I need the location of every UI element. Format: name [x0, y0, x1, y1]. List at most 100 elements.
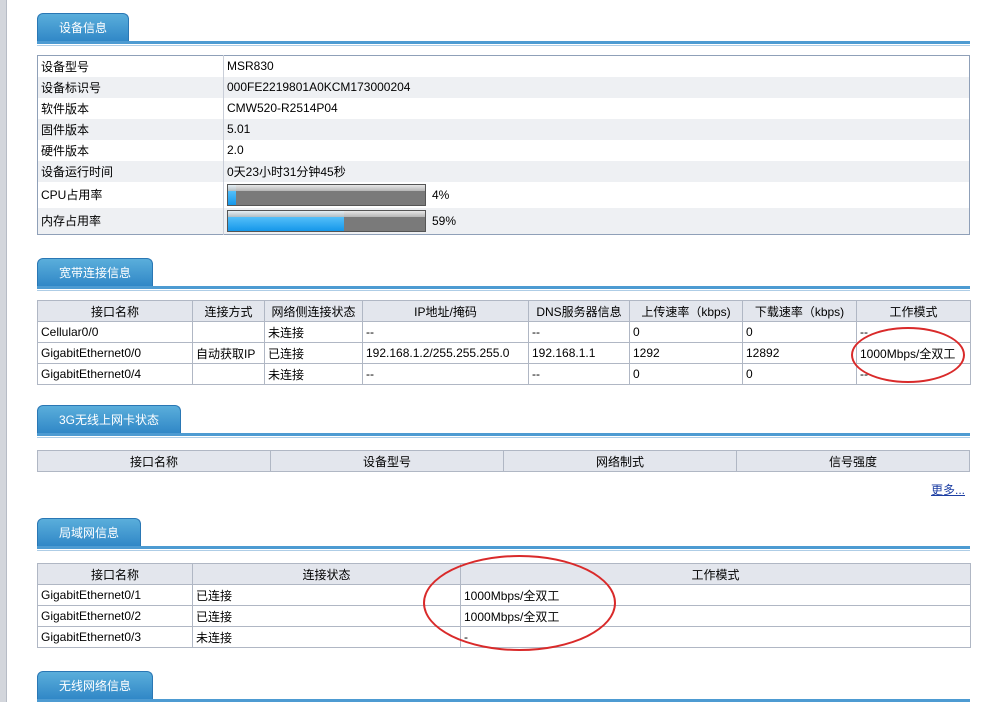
section-divider-light [37, 45, 970, 46]
lan-column-header: 连接状态 [192, 563, 461, 585]
wan-cell: -- [528, 363, 630, 385]
wan-column-header: 上传速率（kbps) [629, 300, 743, 322]
wireless3g-header: 3G无线上网卡状态 [37, 404, 970, 438]
section-divider-light [37, 290, 970, 291]
more-link[interactable]: 更多... [931, 481, 965, 498]
table-row: GigabitEthernet0/2 已连接 1000Mbps/全双工 [37, 605, 971, 627]
lan-cell: GigabitEthernet0/1 [37, 584, 193, 606]
table-row: GigabitEthernet0/3 未连接 - [37, 626, 971, 648]
wireless3g-section: 3G无线上网卡状态 接口名称 设备型号 网络制式 信号强度 更多... [37, 404, 970, 497]
device-info-row: 软件版本 CMW520-R2514P04 [37, 97, 970, 119]
mem-usage-bar-wrap: 59% [227, 208, 966, 234]
device-info-row: 硬件版本 2.0 [37, 139, 970, 161]
device-info-row: 设备标识号 000FE2219801A0KCM173000204 [37, 76, 970, 98]
wan-column-header: 网络侧连接状态 [264, 300, 363, 322]
wan-cell: 未连接 [264, 363, 363, 385]
wan-cell: GigabitEthernet0/0 [37, 342, 193, 364]
device-info-section: 设备信息 设备型号 MSR830 设备标识号 000FE2219801A0KCM173… [37, 12, 970, 235]
left-frame-border [0, 0, 7, 702]
wan-cell: 已连接 [264, 342, 363, 364]
wlan-header: 无线网络信息 [37, 670, 970, 702]
wan-cell: 192.168.1.2/255.255.255.0 [362, 342, 529, 364]
device-info-value: 000FE2219801A0KCM173000204 [223, 76, 970, 98]
wan-column-header: DNS服务器信息 [528, 300, 630, 322]
mem-usage-cell: 59% [223, 207, 970, 234]
device-info-row: 设备型号 MSR830 [37, 55, 970, 77]
device-info-key: 固件版本 [37, 118, 224, 140]
wan-cell: 0 [742, 363, 857, 385]
section-divider [37, 433, 970, 436]
device-info-key: 设备运行时间 [37, 160, 224, 182]
wireless3g-table: 接口名称 设备型号 网络制式 信号强度 [37, 450, 970, 472]
device-info-value: 2.0 [227, 143, 244, 157]
lan-section: 局域网信息 接口名称 连接状态 工作模式 GigabitEthernet0/1 已连接… [37, 517, 971, 648]
section-divider [37, 546, 970, 549]
wan-cell: -- [856, 321, 971, 343]
wan-cell: 0 [629, 363, 743, 385]
table-row: GigabitEthernet0/1 已连接 1000Mbps/全双工 [37, 584, 971, 606]
cpu-usage-row: CPU占用率 4% [37, 181, 970, 208]
mem-usage-percent: 59% [432, 213, 457, 228]
wan-cell: 自动获取IP [192, 342, 265, 364]
device-info-value: MSR830 [227, 59, 274, 74]
wan-cell: 1000Mbps/全双工 [856, 342, 971, 364]
wan-column-header: IP地址/掩码 [362, 300, 529, 322]
lan-column-header: 接口名称 [37, 563, 193, 585]
device-info-value: 5.01 [223, 118, 970, 140]
device-info-value: 0天23小时31分钟45秒 [223, 160, 970, 182]
lan-tab[interactable]: 局域网信息 [37, 518, 142, 547]
wireless3g-column-header: 网络制式 [503, 450, 737, 472]
wan-cell: 12892 [742, 342, 857, 364]
wan-cell: -- [528, 321, 630, 343]
lan-cell: GigabitEthernet0/3 [37, 626, 193, 648]
wan-cell [192, 321, 265, 343]
section-divider [37, 41, 970, 44]
table-row: GigabitEthernet0/4 未连接 -- -- 0 0 -- [37, 363, 971, 385]
lan-cell: 已连接 [192, 605, 461, 627]
lan-cell: 1000Mbps/全双工 [460, 584, 971, 606]
table-row: GigabitEthernet0/0 自动获取IP 已连接 192.168.1.2/2… [37, 342, 971, 364]
wan-table: 接口名称 连接方式 网络侧连接状态 IP地址/掩码 DNS服务器信息 上传速率（kbps)… [37, 300, 971, 385]
device-info-tab[interactable]: 设备信息 [37, 13, 130, 42]
wlan-section: 无线网络信息 [37, 670, 970, 702]
wireless3g-column-header: 接口名称 [37, 450, 271, 472]
wlan-tab[interactable]: 无线网络信息 [37, 671, 154, 700]
wan-cell: 0 [742, 321, 857, 343]
mem-usage-gloss [228, 210, 425, 217]
wan-cell: 0 [629, 321, 743, 343]
cpu-usage-gloss [228, 184, 425, 191]
wan-cell: 192.168.1.1 [528, 342, 630, 364]
wan-cell: GigabitEthernet0/4 [37, 363, 193, 385]
wan-cell [192, 363, 265, 385]
lan-cell: - [460, 626, 971, 648]
device-info-row: 固件版本 5.01 [37, 118, 970, 140]
device-info-key: 设备标识号 [37, 76, 224, 98]
cpu-usage-bar-wrap: 4% [227, 182, 966, 208]
mem-usage-row: 内存占用率 59% [37, 207, 970, 234]
mem-usage-label: 内存占用率 [37, 207, 224, 234]
lan-cell: 1000Mbps/全双工 [460, 605, 971, 627]
cpu-usage-percent: 4% [432, 187, 450, 202]
wan-section: 宽带连接信息 接口名称 连接方式 网络侧连接状态 IP地址/掩码 DNS服务器信息 上传速… [37, 257, 971, 385]
lan-cell: 已连接 [192, 584, 461, 606]
device-info-table: 设备型号 MSR830 设备标识号 000FE2219801A0KCM17300020… [37, 55, 970, 235]
lan-column-header: 工作模式 [460, 563, 971, 585]
section-divider [37, 286, 970, 289]
wan-cell: 未连接 [264, 321, 363, 343]
device-info-value: CMW520-R2514P04 [227, 101, 338, 115]
lan-table: 接口名称 连接状态 工作模式 GigabitEthernet0/1 已连接 1000Mb… [37, 563, 971, 648]
wan-cell: -- [362, 363, 529, 385]
cpu-usage-label: CPU占用率 [37, 181, 224, 208]
lan-header: 局域网信息 [37, 517, 970, 551]
wan-column-header: 下载速率（kbps) [742, 300, 857, 322]
wan-cell: -- [362, 321, 529, 343]
wireless3g-column-header: 信号强度 [736, 450, 970, 472]
table-row: Cellular0/0 未连接 -- -- 0 0 -- [37, 321, 971, 343]
section-divider-light [37, 437, 970, 438]
section-divider-light [37, 550, 970, 551]
device-info-header: 设备信息 [37, 12, 970, 46]
wireless3g-column-header: 设备型号 [270, 450, 504, 472]
device-info-row: 设备运行时间 0天23小时31分钟45秒 [37, 160, 970, 182]
wan-tab[interactable]: 宽带连接信息 [37, 258, 154, 287]
wireless3g-tab[interactable]: 3G无线上网卡状态 [37, 405, 182, 434]
